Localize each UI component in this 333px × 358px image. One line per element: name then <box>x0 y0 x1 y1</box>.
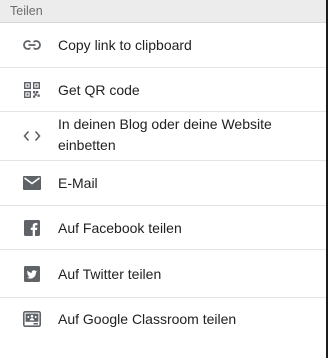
qr-code-icon <box>22 80 42 100</box>
google-classroom-label: Auf Google Classroom teilen <box>58 311 237 327</box>
copy-link-label: Copy link to clipboard <box>58 37 192 53</box>
email-label: E-Mail <box>58 175 98 191</box>
google-classroom-option[interactable]: Auf Google Classroom teilen <box>0 298 326 340</box>
facebook-option[interactable]: Auf Facebook teilen <box>0 206 326 250</box>
qr-code-label: Get QR code <box>58 81 140 98</box>
link-icon <box>22 35 42 55</box>
embed-option[interactable]: In deinen Blog oder deine Website einbet… <box>0 112 326 161</box>
twitter-label: Auf Twitter teilen <box>58 265 162 282</box>
qr-code-option[interactable]: Get QR code <box>0 68 326 112</box>
embed-label: In deinen Blog oder deine Website einbet… <box>58 116 272 153</box>
facebook-label: Auf Facebook teilen <box>58 219 182 236</box>
email-option[interactable]: E-Mail <box>0 161 326 206</box>
twitter-option[interactable]: Auf Twitter teilen <box>0 250 326 298</box>
twitter-icon <box>22 264 42 284</box>
email-icon <box>22 173 42 193</box>
google-classroom-icon <box>22 309 42 329</box>
code-icon <box>22 126 42 146</box>
share-options-list: Copy link to clipboard Get QR code In de… <box>0 23 326 340</box>
share-panel-title: Teilen <box>0 0 326 23</box>
share-panel: Teilen Copy link to clipboard Get QR cod… <box>0 0 328 358</box>
copy-link-option[interactable]: Copy link to clipboard <box>0 23 326 68</box>
facebook-icon <box>22 218 42 238</box>
